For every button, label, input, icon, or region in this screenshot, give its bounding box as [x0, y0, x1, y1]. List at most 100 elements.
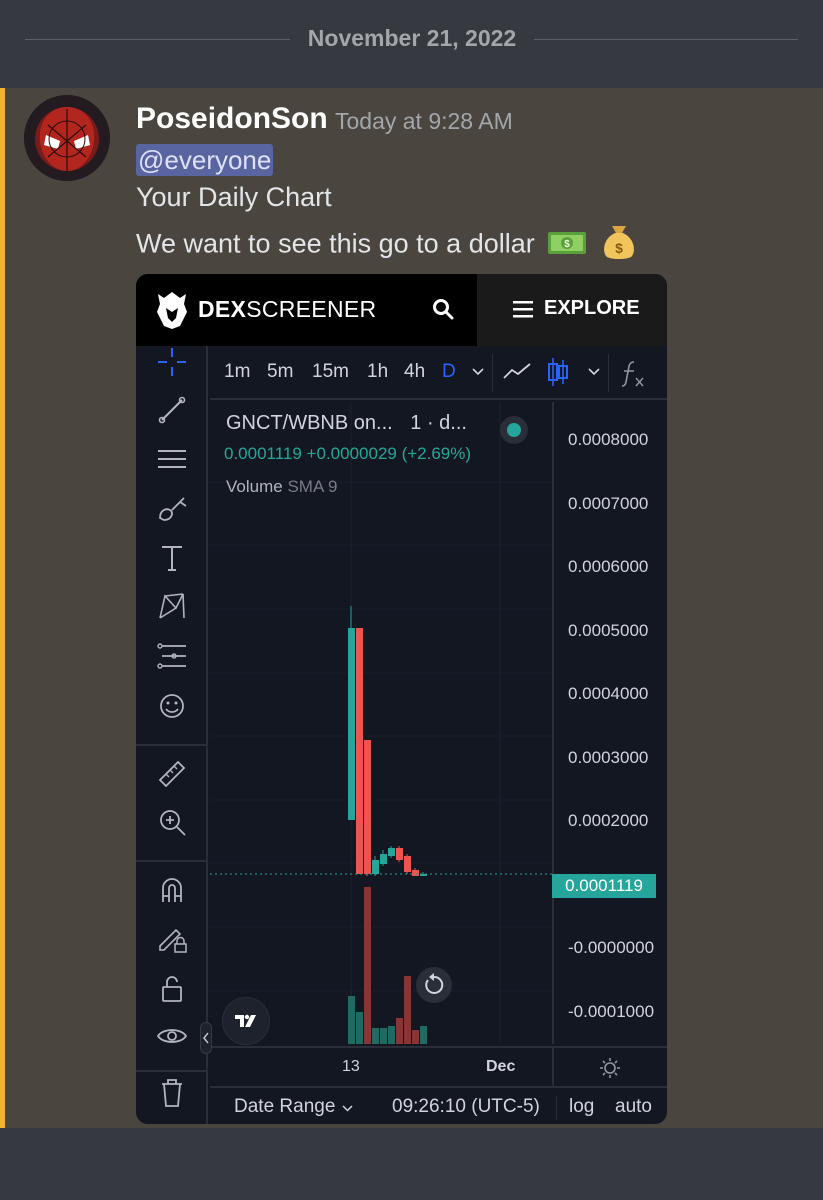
pair-name: GNCT/WBNB on... [226, 412, 393, 434]
divider-line-left [25, 39, 290, 40]
lock-draw-icon[interactable] [154, 920, 190, 956]
chat-message: PoseidonSon Today at 9:28 AM @everyone Y… [0, 88, 823, 1128]
trash-icon[interactable] [154, 1074, 190, 1110]
horizontal-lines-icon[interactable] [154, 441, 190, 477]
volume-bar [364, 887, 371, 1044]
timeframe-5m[interactable]: 5m [267, 361, 293, 383]
timeframe-d[interactable]: D [442, 361, 456, 383]
divider-line-right [534, 39, 798, 40]
candlestick-type-icon[interactable] [546, 356, 570, 388]
candle [388, 848, 395, 856]
toolbar-separator [136, 860, 206, 862]
chart-canvas[interactable] [210, 402, 552, 1044]
time-label-dec: Dec [486, 1058, 516, 1075]
avatar[interactable] [24, 95, 110, 181]
svg-text:$: $ [615, 240, 623, 256]
candle [380, 854, 387, 864]
date-range-chevron-icon[interactable] [342, 1105, 353, 1112]
volume-bar [404, 976, 411, 1044]
candle [396, 848, 403, 860]
last-price-label: 0.0001119 [552, 874, 656, 898]
reset-chart-button[interactable] [416, 967, 452, 1003]
eye-icon[interactable] [154, 1018, 190, 1054]
svg-text:$: $ [564, 239, 570, 250]
username[interactable]: PoseidonSon [136, 102, 328, 136]
trend-line-icon[interactable] [154, 392, 190, 428]
chat-footer [0, 1128, 823, 1200]
price-axis-label: 0.0003000 [568, 748, 649, 767]
chart-legend-title: GNCT/WBNB on... 1 · d... [226, 412, 467, 435]
volume-bar [380, 1028, 387, 1044]
candle [364, 740, 371, 874]
time-axis[interactable]: 13 Dec [210, 1046, 667, 1086]
tradingview-logo[interactable] [222, 997, 270, 1045]
auto-scale-toggle[interactable]: auto [615, 1096, 652, 1118]
chart-type-chevron-down-icon[interactable] [588, 368, 600, 376]
brush-icon[interactable] [154, 490, 190, 526]
indicators-fx-icon[interactable] [620, 358, 646, 388]
tradingview-logo-icon [235, 1014, 256, 1027]
candle [372, 860, 379, 874]
chart-bottom-bar: Date Range 09:26:10 (UTC-5) log auto [210, 1086, 667, 1124]
volume-bar [356, 1012, 363, 1044]
explore-label[interactable]: EXPLORE [544, 297, 640, 320]
timeframe-1m[interactable]: 1m [224, 361, 250, 383]
price-axis-label: -0.0000000 [568, 938, 655, 957]
spider-mask-avatar-icon [24, 95, 110, 181]
everyone-mention[interactable]: @everyone [136, 144, 274, 176]
candle [348, 628, 355, 820]
price-axis-label: 0.0007000 [568, 494, 649, 513]
candle [404, 856, 411, 872]
volume-bar [420, 1026, 427, 1044]
timeframe-1h[interactable]: 1h [367, 361, 388, 383]
volume-bar [388, 1026, 395, 1044]
price-axis[interactable]: 0.0008000 0.0007000 0.0006000 0.0005000 0.00… [552, 402, 667, 1044]
price-axis-label: -0.0001000 [568, 1002, 655, 1021]
volume-bar [372, 1028, 379, 1044]
chart-settings-gear-icon[interactable] [598, 1056, 622, 1080]
line-chart-type-icon[interactable] [502, 360, 532, 384]
timeframe-15m[interactable]: 15m [312, 361, 349, 383]
zoom-in-icon[interactable] [154, 804, 190, 840]
date-range-dropdown[interactable]: Date Range [234, 1096, 335, 1118]
dexscreener-wordmark: DEXSCREENER [198, 296, 377, 322]
ruler-icon[interactable] [154, 756, 190, 792]
message-timestamp: Today at 9:28 AM [335, 108, 513, 134]
log-scale-toggle[interactable]: log [569, 1096, 594, 1118]
toolbar-separator [136, 744, 206, 746]
reset-icon [425, 973, 444, 994]
timeframe-chevron-down-icon[interactable] [472, 368, 484, 376]
money-bag-emoji: $ [600, 222, 638, 269]
pair-extra: 1 · d... [410, 412, 467, 434]
timeframe-bar: 1m 5m 15m 1h 4h D [210, 346, 667, 400]
dollar-banknote-emoji: $ [546, 226, 588, 265]
message-line-1: Your Daily Chart [136, 182, 332, 212]
timeframe-4h[interactable]: 4h [404, 361, 425, 383]
emoji-icon[interactable] [154, 688, 190, 724]
date-divider-text: November 21, 2022 [307, 25, 517, 51]
search-icon[interactable] [432, 298, 454, 320]
volume-bar [412, 1030, 419, 1044]
chevron-left-icon [203, 1032, 209, 1044]
magnet-icon[interactable] [154, 872, 190, 908]
pattern-icon[interactable] [154, 588, 190, 624]
chart-screenshot-embed[interactable]: DEXSCREENER EXPLORE 1m 5m 15m 1h 4h D GN… [136, 274, 667, 1124]
volume-legend: Volume SMA 9 [226, 477, 338, 496]
ohlc-values: 0.0001119 +0.0000029 (+2.69%) [224, 444, 472, 463]
collapse-toolbar-toggle[interactable] [200, 1022, 212, 1054]
hamburger-menu-icon [513, 301, 533, 318]
market-open-status-icon [500, 416, 528, 444]
unlock-icon[interactable] [154, 970, 190, 1006]
price-axis-label: 0.0002000 [568, 811, 649, 830]
toolbar-separator [136, 1070, 206, 1072]
mention-highlight-bar [0, 88, 5, 1128]
message-line-2-text: We want to see this go to a dollar [136, 228, 535, 259]
text-icon[interactable] [154, 540, 190, 576]
crosshair-icon[interactable] [154, 344, 190, 380]
measure-lines-icon[interactable] [154, 638, 190, 674]
dexscreener-logo-icon [157, 292, 187, 329]
price-axis-label: 0.0006000 [568, 557, 649, 576]
price-axis-label: 0.0005000 [568, 621, 649, 640]
candle [356, 628, 363, 874]
volume-bar [396, 1018, 403, 1044]
